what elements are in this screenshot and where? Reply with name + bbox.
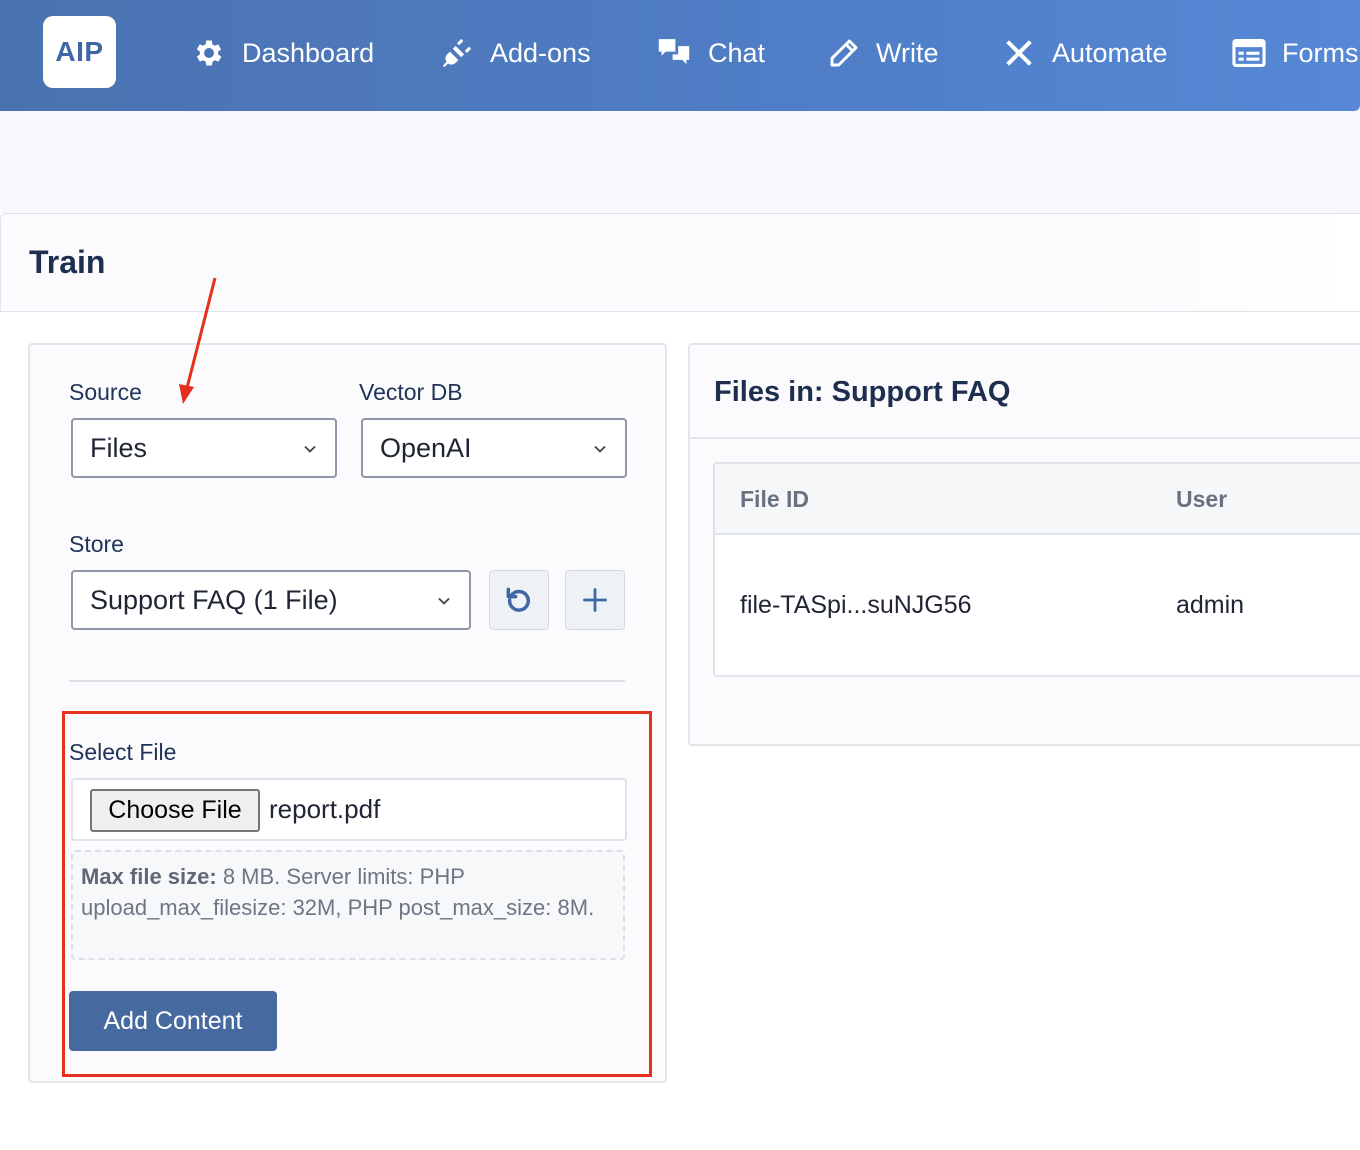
form-icon: [1232, 39, 1266, 67]
chat-icon: [658, 39, 690, 65]
nav-label: Add-ons: [490, 37, 591, 68]
nav-item-add-ons[interactable]: Add-ons: [440, 30, 591, 76]
nav-item-chat[interactable]: Chat: [656, 30, 765, 76]
vector-db-label: Vector DB: [359, 379, 463, 405]
app-logo[interactable]: AIP: [43, 16, 116, 88]
nav-item-write[interactable]: Write: [828, 30, 939, 76]
plus-icon: [583, 588, 607, 612]
column-header-file-id[interactable]: File ID: [740, 486, 809, 513]
refresh-store-button[interactable]: [489, 570, 549, 630]
top-nav-bar: AIP Dashboard Add-ons Chat Write Automat…: [0, 0, 1360, 111]
source-select-value: Files: [90, 432, 148, 463]
store-label: Store: [69, 531, 124, 557]
plug-icon: [442, 38, 472, 68]
user-cell: admin: [1176, 591, 1245, 619]
store-select[interactable]: Support FAQ (1 File): [71, 570, 471, 630]
content-background-strip: [0, 111, 1360, 213]
nav-item-dashboard[interactable]: Dashboard: [192, 30, 374, 76]
chevron-down-icon: [594, 445, 606, 453]
source-select[interactable]: Files: [71, 418, 337, 478]
tools-icon: [1006, 40, 1032, 66]
add-store-button[interactable]: [565, 570, 625, 630]
nav-label: Chat: [708, 37, 766, 68]
refresh-icon: [506, 587, 530, 612]
chevron-down-icon: [304, 445, 316, 453]
section-divider: [69, 680, 625, 682]
files-table-header: File ID User: [715, 464, 1360, 535]
gear-icon: [196, 40, 222, 66]
nav-label: Forms: [1282, 37, 1359, 68]
nav-item-automate[interactable]: Automate: [1002, 30, 1168, 76]
chevron-down-icon: [438, 597, 450, 605]
page-title: Train: [29, 244, 106, 280]
files-panel-header: Files in: Support FAQ: [690, 345, 1360, 439]
source-label: Source: [69, 379, 142, 405]
nav-label: Write: [876, 37, 939, 68]
nav-label: Automate: [1052, 37, 1168, 68]
pencil-icon: [830, 39, 858, 67]
file-id-cell: file-TASpi...suNJG56: [740, 591, 972, 619]
annotation-arrow-icon: [179, 277, 217, 404]
files-table: File ID User file-TASpi...suNJG56 admin: [713, 462, 1360, 677]
files-panel-title: Files in: Support FAQ: [714, 376, 1011, 408]
nav-item-forms[interactable]: Forms: [1232, 30, 1359, 76]
annotation-highlight-box: [62, 711, 652, 1077]
vector-db-select-value: OpenAI: [380, 432, 472, 463]
store-select-value: Support FAQ (1 File): [90, 584, 338, 615]
column-header-user[interactable]: User: [1176, 486, 1227, 513]
nav-label: Dashboard: [242, 37, 375, 68]
vector-db-select[interactable]: OpenAI: [361, 418, 627, 478]
